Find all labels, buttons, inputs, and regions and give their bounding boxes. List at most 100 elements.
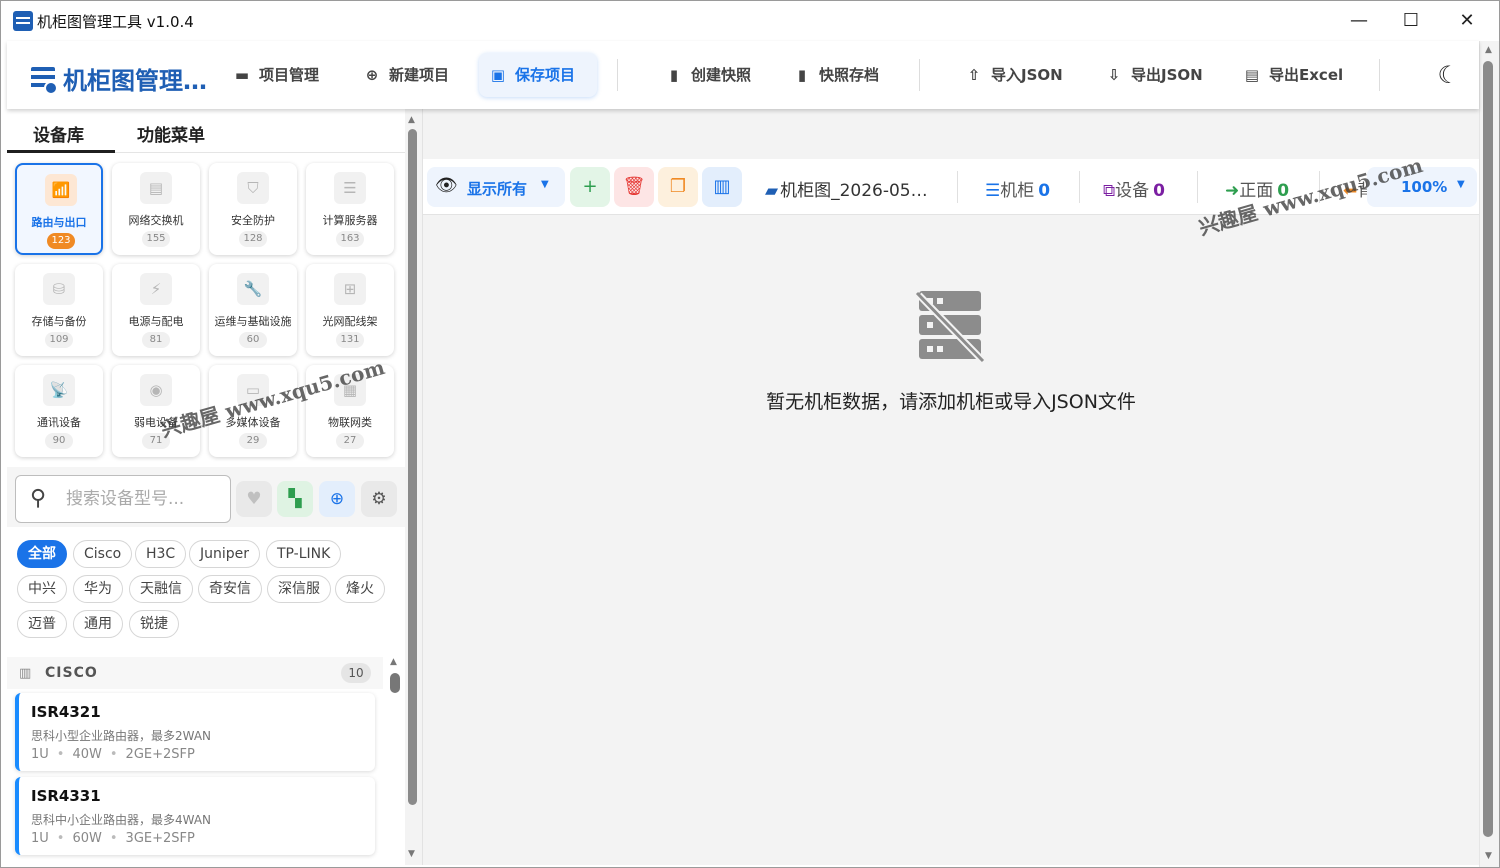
export-excel-button[interactable]: ▤ 导出Excel xyxy=(1233,53,1353,97)
tab-function-menu[interactable]: 功能菜单 xyxy=(137,121,205,146)
category-patch-panels[interactable]: ⊞ 光网配线架 131 xyxy=(306,264,394,356)
device-ports: 3GE+2SFP xyxy=(125,831,195,846)
excel-file-icon: ▤ xyxy=(1244,66,1260,84)
brand-filter: 全部 Cisco H3C Juniper TP-LINK 中兴 华为 天融信 奇… xyxy=(7,529,405,649)
save-icon: ▣ xyxy=(490,66,506,84)
router-icon: 📶 xyxy=(45,174,77,206)
category-count: 155 xyxy=(142,231,170,247)
search-input[interactable] xyxy=(66,484,226,514)
server-icon: ☰ xyxy=(985,181,1001,201)
project-manage-button[interactable]: ▬ 项目管理 xyxy=(223,53,329,97)
gear-icon: ⚙ xyxy=(371,489,387,509)
brand-chip[interactable]: H3C xyxy=(135,540,187,568)
left-scroll-up-arrow[interactable]: ▲ xyxy=(408,115,415,125)
app-logo: 机柜图管理… xyxy=(31,61,207,96)
brand-chip[interactable]: 锐捷 xyxy=(129,610,179,638)
category-count: 27 xyxy=(336,433,364,449)
project-name-text: 机柜图_2026-05… xyxy=(780,181,928,201)
brand-chip[interactable]: 迈普 xyxy=(17,610,67,638)
device-specs: 1U • 60W • 3GE+2SFP xyxy=(31,831,195,846)
add-device-button[interactable]: ⊕ xyxy=(319,481,355,517)
category-label: 网络交换机 xyxy=(128,214,184,227)
add-custom-device-button[interactable]: ▚ xyxy=(277,481,313,517)
bookmark-icon: ▮ xyxy=(797,66,807,84)
settings-button[interactable]: ⚙ xyxy=(361,481,397,517)
brand-chip[interactable]: 华为 xyxy=(73,575,123,603)
favorites-button[interactable]: ♥ xyxy=(236,481,272,517)
device-card[interactable]: ISR4331 思科中小企业路由器，最多4WAN 1U • 60W • 3GE+2SFP xyxy=(15,777,375,855)
create-snapshot-button[interactable]: ▮ 创建快照 xyxy=(655,53,761,97)
divider xyxy=(1079,171,1080,203)
cabinet-stat-label: 机柜 xyxy=(1000,181,1035,201)
device-units: 1U xyxy=(31,747,49,762)
close-button[interactable]: ✕ xyxy=(1447,7,1487,35)
export-json-label: 导出JSON xyxy=(1131,66,1203,84)
statistics-button[interactable]: ▥ xyxy=(702,167,742,207)
brand-chip[interactable]: 深信服 xyxy=(267,575,331,603)
category-label: 计算服务器 xyxy=(322,214,378,227)
tab-device-library[interactable]: 设备库 xyxy=(33,121,84,146)
broadcast-icon: ◉ xyxy=(140,374,172,406)
copy-icon: ❐ xyxy=(669,176,687,197)
brand-chip[interactable]: 奇安信 xyxy=(198,575,262,603)
brand-chip[interactable]: 烽火 xyxy=(335,575,385,603)
import-json-button[interactable]: ⇧ 导入JSON xyxy=(955,53,1073,97)
network-icon: ⊞ xyxy=(334,273,366,305)
window-scrollbar[interactable] xyxy=(1483,61,1493,837)
theme-toggle-button[interactable]: ☾ xyxy=(1437,61,1459,89)
category-count: 29 xyxy=(239,433,267,449)
category-count: 90 xyxy=(45,433,73,449)
list-scroll-up-arrow[interactable]: ▲ xyxy=(390,657,397,667)
brand-chip[interactable]: 中兴 xyxy=(17,575,67,603)
device-list-scrollbar[interactable] xyxy=(390,673,400,693)
arrow-right-icon: ➜ xyxy=(1225,181,1240,201)
divider xyxy=(1197,171,1198,203)
add-cabinet-button[interactable]: + xyxy=(570,167,610,207)
brand-group-name: CISCO xyxy=(45,665,98,681)
category-communication[interactable]: 📡 通讯设备 90 xyxy=(15,365,103,457)
copy-button[interactable]: ❐ xyxy=(658,167,698,207)
cabinet-stat: ☰机柜 0 xyxy=(985,176,1050,201)
brand-group-header[interactable]: ▥ CISCO 10 xyxy=(7,657,383,689)
category-label: 运维与基础设施 xyxy=(214,315,292,328)
view-filter-dropdown[interactable]: 👁 显示所有 ▼ xyxy=(427,167,565,207)
brand-chip[interactable]: Cisco xyxy=(73,540,133,568)
category-power[interactable]: ⚡ 电源与配电 81 xyxy=(112,264,200,356)
brand-chip[interactable]: 通用 xyxy=(73,610,123,638)
heart-icon: ♥ xyxy=(246,489,262,509)
database-icon: ⛁ xyxy=(43,273,75,305)
device-card[interactable]: ISR4321 思科小型企业路由器，最多2WAN 1U • 40W • 2GE+2SFP xyxy=(15,693,375,771)
category-storage[interactable]: ⛁ 存储与备份 109 xyxy=(15,264,103,356)
import-json-label: 导入JSON xyxy=(991,66,1063,84)
brand-chip[interactable]: TP-LINK xyxy=(266,540,342,568)
new-project-button[interactable]: ⊕ 新建项目 xyxy=(353,53,459,97)
device-units: 1U xyxy=(31,831,49,846)
export-json-button[interactable]: ⇩ 导出JSON xyxy=(1095,53,1213,97)
snapshot-archive-button[interactable]: ▮ 快照存档 xyxy=(783,53,889,97)
brand-chip[interactable]: 天融信 xyxy=(129,575,193,603)
brand-chip[interactable]: Juniper xyxy=(189,540,261,568)
delete-button[interactable]: 🗑 xyxy=(614,167,654,207)
left-panel: 设备库 功能菜单 📶 路由与出口 123 ▤ 网络交换机 155 ⛉ 安全防护 … xyxy=(7,109,405,865)
save-project-button[interactable]: ▣ 保存项目 xyxy=(479,53,597,97)
category-security[interactable]: ⛉ 安全防护 128 xyxy=(209,163,297,255)
chevron-down-icon: ▼ xyxy=(1457,179,1465,190)
category-infrastructure[interactable]: 🔧 运维与基础设施 60 xyxy=(209,264,297,356)
category-servers[interactable]: ☰ 计算服务器 163 xyxy=(306,163,394,255)
server-icon: ☰ xyxy=(334,172,366,204)
minimize-button[interactable]: — xyxy=(1339,7,1379,35)
divider xyxy=(957,171,958,203)
category-label: 路由与出口 xyxy=(31,216,87,229)
window-title: 机柜图管理工具 v1.0.4 xyxy=(37,13,194,31)
export-excel-label: 导出Excel xyxy=(1269,66,1344,84)
brand-chip[interactable]: 全部 xyxy=(17,540,67,568)
window-scroll-down-arrow[interactable]: ▼ xyxy=(1485,851,1492,861)
brand-group-count: 10 xyxy=(341,663,371,683)
left-panel-scrollbar[interactable] xyxy=(408,129,417,805)
category-switches[interactable]: ▤ 网络交换机 155 xyxy=(112,163,200,255)
left-scroll-down-arrow[interactable]: ▼ xyxy=(408,849,415,859)
window-scroll-up-arrow[interactable]: ▲ xyxy=(1485,45,1492,55)
category-label: 安全防护 xyxy=(231,214,275,227)
category-routers[interactable]: 📶 路由与出口 123 xyxy=(15,163,103,255)
maximize-button[interactable]: ☐ xyxy=(1391,7,1431,35)
